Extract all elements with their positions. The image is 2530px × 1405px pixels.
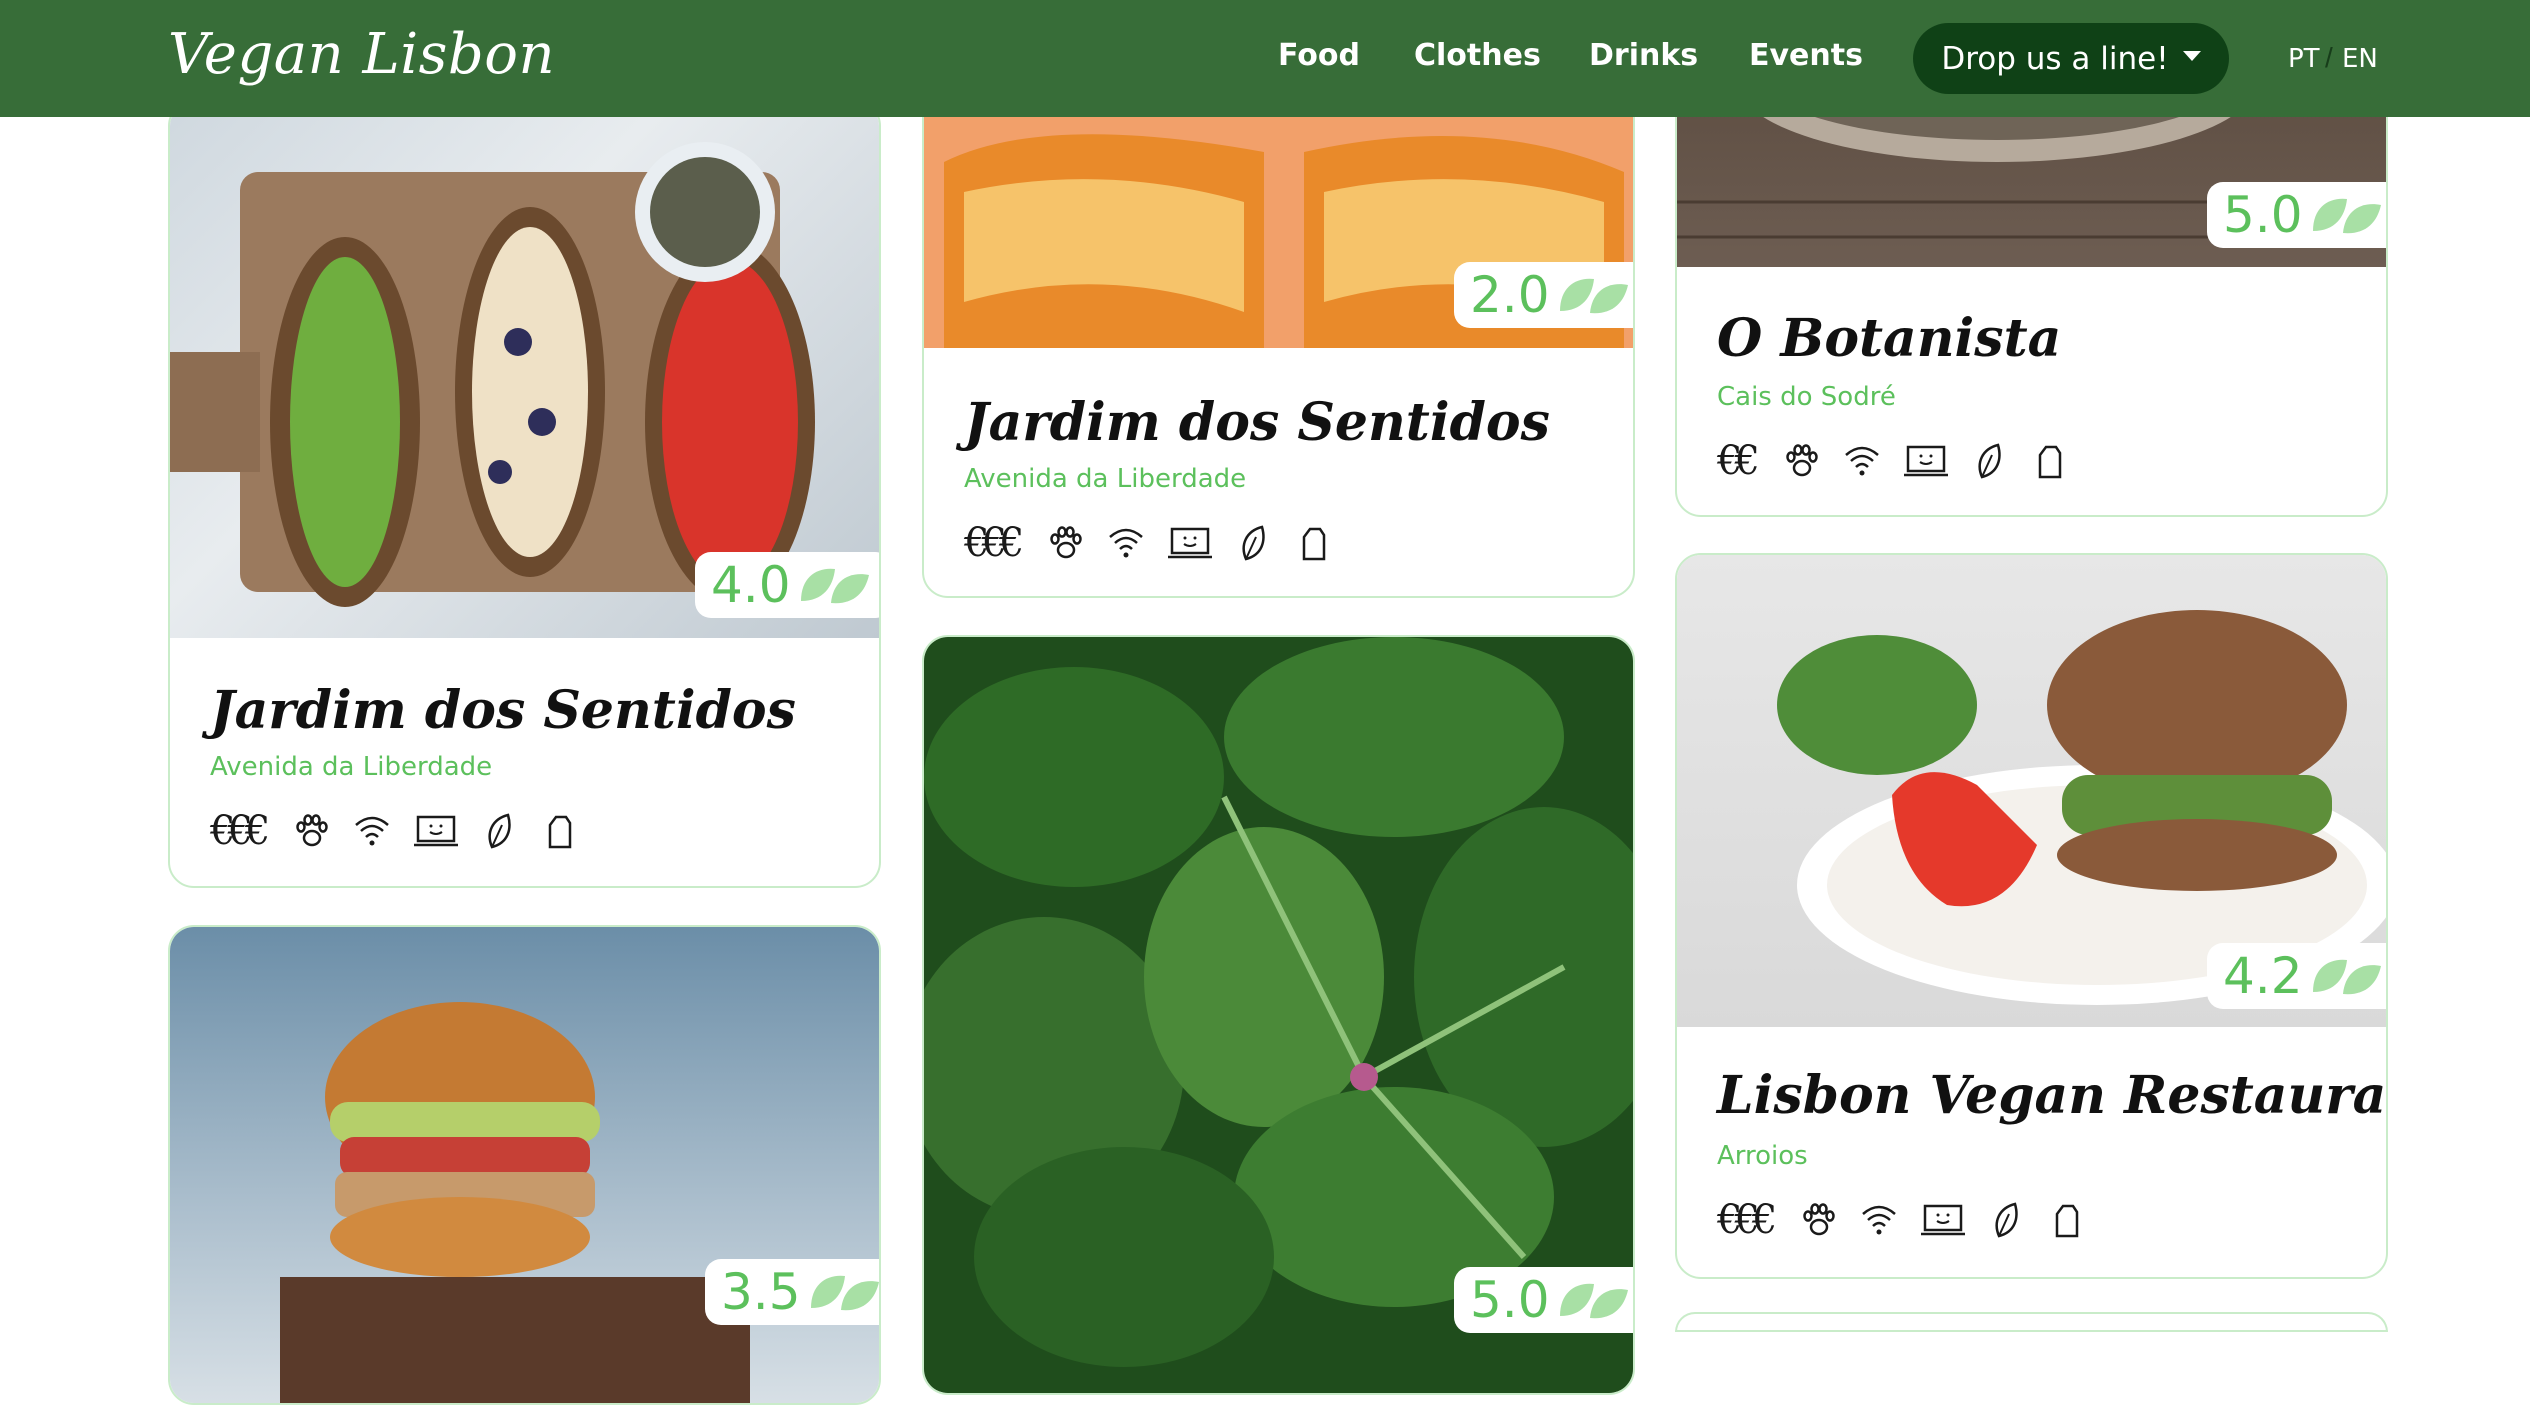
nav-link-clothes[interactable]: Clothes xyxy=(1414,38,1541,73)
paw-icon xyxy=(1046,523,1086,563)
brand-logo[interactable]: Vegan Lisbon xyxy=(168,22,555,87)
paw-icon xyxy=(292,811,332,851)
wifi-icon xyxy=(1859,1200,1899,1240)
bag-icon xyxy=(540,811,580,851)
wifi-icon xyxy=(1106,523,1146,563)
restaurant-name[interactable]: Lisbon Vegan Restaurante xyxy=(1717,1065,2386,1126)
lang-separator: / xyxy=(2325,42,2333,73)
wifi-icon xyxy=(1842,441,1882,481)
paw-icon xyxy=(1799,1200,1839,1240)
rating-badge: 2.0 xyxy=(1454,262,1633,328)
amenities-row: €€€ xyxy=(964,520,1334,566)
rating-value: 5.0 xyxy=(1470,1271,1550,1329)
nav-link-drinks[interactable]: Drinks xyxy=(1589,38,1698,73)
restaurant-name[interactable]: Jardim dos Sentidos xyxy=(964,392,1550,453)
restaurant-card[interactable]: 4.2 Lisbon Vegan Restaurante Arroios €€€ xyxy=(1675,553,2388,1279)
amenities-row: €€€ xyxy=(210,808,580,854)
rating-badge: 3.5 xyxy=(705,1259,881,1325)
price-level: €€€ xyxy=(964,520,1024,566)
restaurant-location: Avenida da Liberdade xyxy=(964,464,1247,494)
rating-badge: 5.0 xyxy=(2207,182,2386,248)
wifi-icon xyxy=(352,811,392,851)
leaf-icon xyxy=(807,1270,881,1314)
restaurant-location: Avenida da Liberdade xyxy=(210,752,493,782)
price-level: €€€ xyxy=(1717,1197,1777,1243)
bag-icon xyxy=(2030,441,2070,481)
restaurant-location: Arroios xyxy=(1717,1141,1808,1171)
lang-en-link[interactable]: EN xyxy=(2342,44,2378,74)
amenities-row: €€€ xyxy=(1717,1197,2087,1243)
nav-link-events[interactable]: Events xyxy=(1749,38,1863,73)
amenities-row: €€ xyxy=(1717,438,2070,484)
rating-value: 4.2 xyxy=(2223,947,2303,1005)
contact-dropdown-button[interactable]: Drop us a line! xyxy=(1913,23,2229,94)
restaurant-card[interactable]: 3.5 xyxy=(168,925,881,1405)
laptop-icon xyxy=(1902,441,1950,481)
leaf-icon xyxy=(2309,954,2385,998)
restaurant-name[interactable]: Jardim dos Sentidos xyxy=(210,680,796,741)
price-level: €€€ xyxy=(210,808,270,854)
rating-value: 3.5 xyxy=(721,1263,801,1321)
rating-badge: 4.0 xyxy=(695,552,879,618)
restaurant-card[interactable]: 2.0 Jardim dos Sentidos Avenida da Liber… xyxy=(922,40,1635,598)
leaf-icon xyxy=(1970,441,2010,481)
food-photo xyxy=(170,927,879,1403)
leaf-icon xyxy=(2309,193,2385,237)
nav-link-food[interactable]: Food xyxy=(1278,38,1360,73)
bag-icon xyxy=(2047,1200,2087,1240)
rating-badge: 4.2 xyxy=(2207,943,2386,1009)
restaurant-name[interactable]: O Botanista xyxy=(1717,308,2061,369)
laptop-icon xyxy=(1166,523,1214,563)
restaurant-card[interactable]: 4.0 Jardim dos Sentidos Avenida da Liber… xyxy=(168,100,881,888)
rating-value: 4.0 xyxy=(711,556,791,614)
leaf-icon xyxy=(1556,1278,1632,1322)
leaf-icon xyxy=(797,563,873,607)
paw-icon xyxy=(1782,441,1822,481)
laptop-icon xyxy=(1919,1200,1967,1240)
chevron-down-icon xyxy=(2182,50,2201,61)
lang-pt-link[interactable]: PT xyxy=(2288,44,2320,74)
leaf-icon xyxy=(1556,273,1632,317)
leaf-icon xyxy=(1234,523,1274,563)
rating-value: 5.0 xyxy=(2223,186,2303,244)
restaurant-card[interactable]: 5.0 xyxy=(922,635,1635,1395)
leaf-icon xyxy=(480,811,520,851)
top-navbar: Vegan Lisbon Food Clothes Drinks Events … xyxy=(0,0,2530,117)
laptop-icon xyxy=(412,811,460,851)
contact-dropdown-label: Drop us a line! xyxy=(1941,40,2169,77)
rating-badge: 5.0 xyxy=(1454,1267,1633,1333)
next-card-edge xyxy=(1675,1312,2388,1332)
rating-value: 2.0 xyxy=(1470,266,1550,324)
bag-icon xyxy=(1294,523,1334,563)
restaurant-location: Cais do Sodré xyxy=(1717,382,1896,412)
price-level: €€ xyxy=(1717,438,1760,484)
leaf-icon xyxy=(1987,1200,2027,1240)
